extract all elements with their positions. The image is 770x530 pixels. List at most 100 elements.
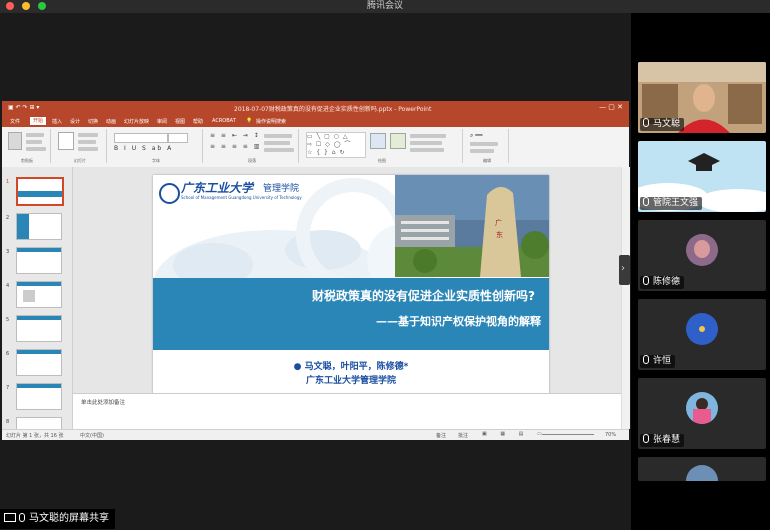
thumb-number: 7 bbox=[6, 385, 10, 391]
mic-icon bbox=[643, 355, 649, 364]
ribbon-group-label: 段落 bbox=[248, 158, 256, 163]
avatar bbox=[686, 313, 718, 345]
quick-styles-icon[interactable] bbox=[390, 133, 406, 149]
tab-acrobat[interactable]: ACROBAT bbox=[212, 118, 236, 124]
mic-icon bbox=[643, 434, 649, 443]
window-controls-icon[interactable]: — ▢ ✕ bbox=[599, 103, 623, 111]
tab-animations[interactable]: 动画 bbox=[106, 118, 116, 125]
slide-authors: 马文聪，叶阳平，陈修德* bbox=[304, 362, 409, 372]
tab-insert[interactable]: 插入 bbox=[52, 118, 62, 125]
svg-text:广: 广 bbox=[495, 218, 502, 227]
participant-tile[interactable]: 马文聪 bbox=[638, 62, 766, 133]
participant-name-text: 陈修德 bbox=[653, 277, 681, 287]
chevron-right-icon: › bbox=[621, 263, 625, 274]
notes-toggle[interactable]: 备注 bbox=[436, 432, 446, 439]
paragraph-icons[interactable]: ≡ ≡ ⇤ ⇥ ↕ bbox=[210, 132, 261, 139]
tab-help[interactable]: 帮助 bbox=[193, 118, 203, 125]
avatar bbox=[686, 392, 718, 424]
university-seal-logo bbox=[159, 183, 180, 204]
tab-review[interactable]: 审阅 bbox=[157, 118, 167, 125]
align-icons[interactable]: ≡ ≡ ≡ ≡ ▥ bbox=[210, 143, 261, 150]
arrange-icon[interactable] bbox=[370, 133, 386, 149]
participant-name: 管院王文强 bbox=[640, 197, 703, 210]
thumb-6[interactable] bbox=[16, 349, 62, 376]
find-icon[interactable]: ⌕ ━━ bbox=[470, 132, 483, 140]
window-titlebar: 腾讯会议 bbox=[0, 0, 770, 13]
ribbon-group-slides: 幻灯片 bbox=[54, 129, 107, 163]
slide-counter: 幻灯片 第 1 张，共 16 张 bbox=[6, 433, 64, 439]
ribbon: 剪贴板 幻灯片 B I U S ab A 字体 ≡ ≡ ⇤ ⇥ ↕ ≡ ≡ ≡ … bbox=[2, 127, 629, 168]
ribbon-group-clipboard: 剪贴板 bbox=[4, 129, 51, 163]
participant-name-text: 许恒 bbox=[653, 356, 672, 366]
vertical-scrollbar[interactable] bbox=[621, 167, 630, 429]
slide-subtitle: ——基于知识产权保护视角的解释 bbox=[376, 315, 541, 328]
participant-tile[interactable]: 许恒 bbox=[638, 299, 766, 370]
participant-tile[interactable]: 陈修德 bbox=[638, 220, 766, 291]
thumb-number: 5 bbox=[6, 317, 10, 323]
ribbon-group-label: 绘图 bbox=[378, 158, 386, 163]
mic-icon bbox=[643, 197, 649, 206]
thumb-number: 8 bbox=[6, 419, 10, 425]
slide-thumbnail-pane: 1 2 3 4 5 6 7 8 bbox=[2, 167, 73, 429]
participant-name: 陈修德 bbox=[640, 276, 685, 289]
ribbon-group-editing: ⌕ ━━ 编辑 bbox=[466, 129, 509, 163]
tab-view[interactable]: 视图 bbox=[175, 118, 185, 125]
thumb-2[interactable] bbox=[16, 213, 62, 240]
thumb-4[interactable] bbox=[16, 281, 62, 308]
zoom-slider[interactable] bbox=[542, 434, 594, 435]
participant-name-text: 马文聪 bbox=[653, 119, 681, 129]
avatar bbox=[686, 234, 718, 266]
comments-toggle[interactable]: 批注 bbox=[458, 432, 468, 439]
participant-name-text: 张春慧 bbox=[653, 435, 681, 445]
panel-toggle-arrow[interactable]: › bbox=[619, 255, 630, 285]
campus-photo: 广 东 bbox=[395, 175, 549, 277]
paste-icon[interactable] bbox=[8, 132, 22, 150]
participant-name-text: 管院王文强 bbox=[653, 198, 699, 208]
new-slide-icon[interactable] bbox=[58, 132, 74, 150]
view-buttons-icon[interactable]: ▣ ▦ ▤ ▭ bbox=[482, 431, 548, 437]
font-size-select[interactable] bbox=[168, 133, 188, 143]
thumb-number: 3 bbox=[6, 249, 10, 255]
participant-tile[interactable]: 张春慧 bbox=[638, 378, 766, 449]
thumb-number: 4 bbox=[6, 283, 10, 289]
status-bar: 幻灯片 第 1 张，共 16 张 中文(中国) 备注 批注 ▣ ▦ ▤ ▭ 70… bbox=[2, 429, 629, 440]
authors-line: ● 马文聪，叶阳平，陈修德* bbox=[153, 359, 549, 372]
thumb-number: 6 bbox=[6, 351, 10, 357]
thumb-5[interactable] bbox=[16, 315, 62, 342]
tab-transitions[interactable]: 切换 bbox=[88, 118, 98, 125]
participant-tile-partial[interactable] bbox=[638, 457, 766, 481]
thumb-3[interactable] bbox=[16, 247, 62, 274]
tab-design[interactable]: 设计 bbox=[70, 118, 80, 125]
font-name-select[interactable] bbox=[114, 133, 168, 143]
lightbulb-icon: 💡 bbox=[246, 118, 253, 124]
thumb-1[interactable] bbox=[16, 177, 64, 206]
screen-share-badge: 马文聪的屏幕共享 bbox=[0, 509, 115, 529]
person-icon: ● bbox=[293, 362, 302, 372]
tab-slideshow[interactable]: 幻灯片放映 bbox=[124, 118, 149, 125]
thumb-8[interactable] bbox=[16, 417, 62, 429]
ribbon-group-label: 编辑 bbox=[483, 158, 491, 163]
font-format-icons[interactable]: B I U S ab A bbox=[114, 145, 173, 152]
language-indicator: 中文(中国) bbox=[80, 433, 104, 439]
thumb-7[interactable] bbox=[16, 383, 62, 410]
quick-access-icons[interactable]: ▣ ↶ ↷ ⊞ ▾ bbox=[8, 104, 39, 111]
mic-icon bbox=[19, 513, 25, 522]
tab-home[interactable]: 开始 bbox=[30, 117, 47, 125]
slide-canvas[interactable]: 广东工业大学 管理学院 School of Management Guangdo… bbox=[153, 175, 549, 399]
thumb-number: 1 bbox=[6, 179, 10, 185]
ppt-document-title: 2018-07-07财税政策真的没有促进企业实质性创新吗.pptx - Powe… bbox=[234, 106, 432, 113]
thumb-number: 2 bbox=[6, 215, 10, 221]
share-label: 马文聪的屏幕共享 bbox=[29, 513, 109, 524]
shapes-gallery[interactable]: ▭ ╲ ▢ ○ △ ⇨ ☐ ◇ ◯ ⌒ ☆ { } ⌂ ↻ bbox=[306, 132, 366, 158]
tab-file[interactable]: 文件 bbox=[10, 118, 20, 125]
powerpoint-window: ▣ ↶ ↷ ⊞ ▾ 2018-07-07财税政策真的没有促进企业实质性创新吗.p… bbox=[2, 101, 630, 440]
tell-me-search[interactable]: 操作说明搜索 bbox=[256, 118, 286, 125]
participant-tile[interactable]: 管院王文强 bbox=[638, 141, 766, 212]
ribbon-tabs: 文件 开始 插入 设计 切换 动画 幻灯片放映 审阅 视图 帮助 ACROBAT… bbox=[2, 115, 629, 127]
mic-icon bbox=[643, 118, 649, 127]
ribbon-group-font: B I U S ab A 字体 bbox=[110, 129, 203, 163]
slide-editing-area: 广东工业大学 管理学院 School of Management Guangdo… bbox=[73, 167, 621, 429]
notes-pane[interactable]: 单击此处添加备注 bbox=[73, 393, 621, 429]
zoom-level: 70% bbox=[605, 432, 617, 438]
notes-placeholder: 单击此处添加备注 bbox=[81, 400, 126, 406]
